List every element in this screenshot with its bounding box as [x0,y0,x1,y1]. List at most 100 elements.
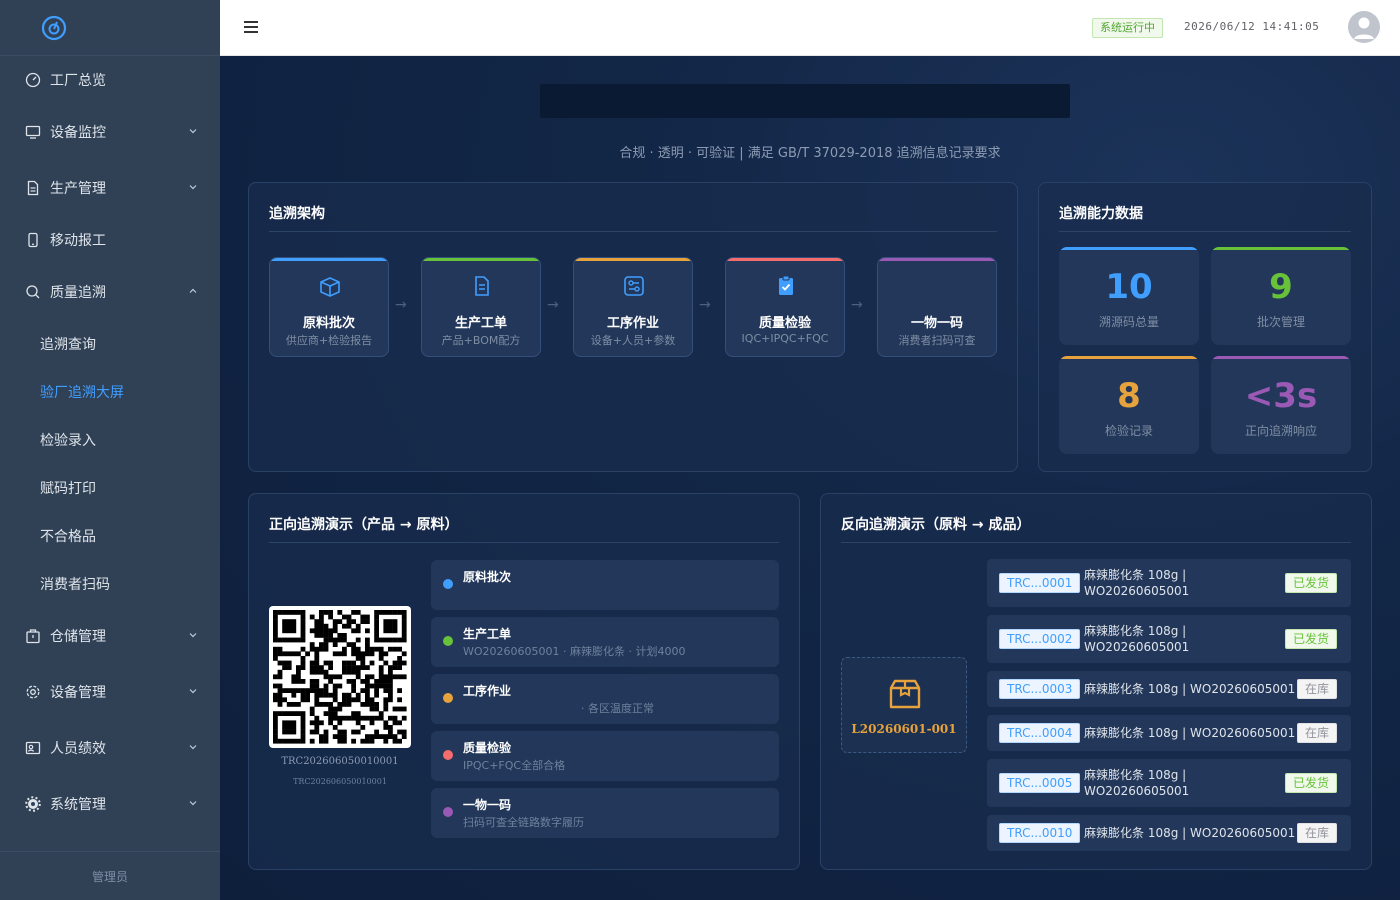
arrow-right-icon: → [395,297,407,313]
process-icon [622,274,646,298]
step-dot [443,693,453,703]
datetime-display: 2026/06/12 14:41:05 [1184,20,1320,33]
sidebar-subitem-inspection-entry[interactable]: 检验录入 [0,416,220,464]
arch-card-title: 生产工单 [454,316,507,331]
chevron-down-icon [188,684,198,700]
arch-card-desc: 供应商+检验报告 [285,334,373,347]
qrcode-image[interactable] [269,606,411,748]
logo[interactable] [0,0,220,56]
panel-title: 追溯能力数据 [1059,206,1143,222]
sidebar-subitem-audit-screen[interactable]: 验厂追溯大屏 [0,368,220,416]
step-dot [443,579,453,589]
raw-lot-card[interactable]: L20260601-001 [841,657,967,753]
sidebar-subitem-trace-query[interactable]: 追溯查询 [0,320,220,368]
stat-label: 批次管理 [1256,315,1305,329]
sidebar-item-equipment-mgmt[interactable]: 设备管理 [0,666,220,718]
sidebar-subitem-nonconforming[interactable]: 不合格品 [0,512,220,560]
chevron-down-icon [188,628,198,644]
arch-card-desc: IQC+IPQC+FQC [741,332,829,345]
panel-title: 正向追溯演示（产品 → 原料） [269,517,459,533]
box-icon [318,274,342,298]
stat-label: 检验记录 [1104,424,1153,438]
top-header: 系统运行中 2026/06/12 14:41:05 [220,0,1400,56]
sidebar-item-label: 仓储管理 [50,629,106,645]
sidebar-item-performance[interactable]: 人员绩效 [0,722,220,774]
sidebar-subitem-label: 消费者扫码 [40,577,110,593]
sidebar-item-label: 移动报工 [50,233,106,249]
sidebar-item-warehouse[interactable]: 仓储管理 [0,610,220,662]
trace-code-tag[interactable]: TRC...0010 [999,823,1081,843]
divider [269,231,997,232]
trace-step-work-order[interactable]: 生产工单 WO20260605001 · 麻辣膨化条 · 计划4000 [431,617,779,667]
sidebar-item-production[interactable]: 生产管理 [0,162,220,214]
stat-card-response: <3s 正向追溯响应 [1211,356,1351,454]
document-icon [24,179,42,197]
qr-code-number: TRC202606050010001 [281,756,399,767]
card-accent [1059,247,1199,250]
step-title: 原料批次 [463,570,512,584]
trace-code-tag[interactable]: TRC...0004 [999,723,1081,743]
search-icon [24,283,42,301]
gauge-logo-icon [41,15,67,40]
sidebar-item-factory-overview[interactable]: 工厂总览 [0,54,220,106]
sidebar-item-system[interactable]: 系统管理 [0,778,220,830]
sidebar-subitem-label: 不合格品 [40,529,96,545]
arch-card-raw-material[interactable]: 原料批次 供应商+检验报告 [269,257,389,357]
arch-card-desc: 产品+BOM配方 [441,334,521,347]
trace-step-raw-material[interactable]: 原料批次 [431,560,779,610]
stat-card-batches: 9 批次管理 [1211,247,1351,345]
sidebar-item-label: 人员绩效 [50,741,106,757]
arch-card-title: 工序作业 [606,316,659,331]
chevron-up-icon [188,284,198,300]
sidebar-item-mobile-report[interactable]: 移动报工 [0,214,220,266]
product-row[interactable]: TRC...0004 麻辣膨化条 108g | WO20260605001 在库 [987,715,1351,751]
sidebar-item-label: 质量追溯 [50,285,106,301]
arch-card-inspection[interactable]: 质量检验 IQC+IPQC+FQC [725,257,845,357]
step-dot [443,636,453,646]
arch-card-work-order[interactable]: 生产工单 产品+BOM配方 [421,257,541,357]
gear-icon [24,683,42,701]
product-row[interactable]: TRC...0005 麻辣膨化条 108g | WO20260605001 已发… [987,759,1351,807]
stat-value: <3s [1244,376,1318,416]
trace-step-one-code[interactable]: 一物一码 扫码可查全链路数字履历 [431,788,779,838]
avatar[interactable] [1348,11,1380,43]
arrow-right-icon: → [851,297,863,313]
product-row[interactable]: TRC...0003 麻辣膨化条 108g | WO20260605001 在库 [987,671,1351,707]
arch-card-one-code[interactable]: 一物一码 消费者扫码可查 [877,257,997,357]
sidebar-subitem-label: 验厂追溯大屏 [40,385,124,401]
arch-card-process[interactable]: 工序作业 设备+人员+参数 [573,257,693,357]
trace-step-process[interactable]: 工序作业 · 各区温度正常 [431,674,779,724]
product-desc: 麻辣膨化条 108g | WO20260605001 [1084,826,1296,840]
card-accent [726,258,844,261]
sidebar-subitem-label: 追溯查询 [40,337,96,353]
arch-card-title: 质量检验 [758,316,811,331]
trace-step-inspection[interactable]: 质量检验 IPQC+FQC全部合格 [431,731,779,781]
sidebar-item-equipment-monitor[interactable]: 设备监控 [0,106,220,158]
product-row[interactable]: TRC...0001 麻辣膨化条 108g | WO20260605001 已发… [987,559,1351,607]
product-row[interactable]: TRC...0010 麻辣膨化条 108g | WO20260605001 在库 [987,815,1351,851]
status-badge: 已发货 [1284,629,1337,649]
sidebar-footer-label: 管理员 [91,869,128,884]
status-badge: 已发货 [1284,773,1337,793]
settings-icon [24,795,42,813]
product-desc: 麻辣膨化条 108g | WO20260605001 [1084,682,1296,696]
step-desc: WO20260605001 · 麻辣膨化条 · 计划4000 [463,645,686,658]
sidebar-subitem-code-print[interactable]: 赋码打印 [0,464,220,512]
trace-code-tag[interactable]: TRC...0003 [999,679,1081,699]
sidebar-item-label: 生产管理 [50,181,106,197]
card-accent [574,258,692,261]
stat-label: 正向追溯响应 [1244,424,1317,438]
trace-code-tag[interactable]: TRC...0005 [999,773,1081,793]
product-desc: 麻辣膨化条 108g | WO20260605001 [1084,726,1296,740]
panel-title: 反向追溯演示（原料 → 成品） [841,517,1031,533]
trace-code-tag[interactable]: TRC...0001 [999,573,1081,593]
card-accent [878,258,996,261]
trace-code-tag[interactable]: TRC...0002 [999,629,1081,649]
product-row[interactable]: TRC...0002 麻辣膨化条 108g | WO20260605001 已发… [987,615,1351,663]
sidebar-item-label: 设备监控 [50,125,106,141]
hamburger-menu-icon[interactable] [242,18,260,36]
qr-code-number-secondary: TRC202606050010001 [293,777,387,786]
hero-title-bar [540,84,1070,118]
sidebar-item-quality-trace[interactable]: 质量追溯 [0,266,220,318]
sidebar-subitem-consumer-scan[interactable]: 消费者扫码 [0,560,220,608]
